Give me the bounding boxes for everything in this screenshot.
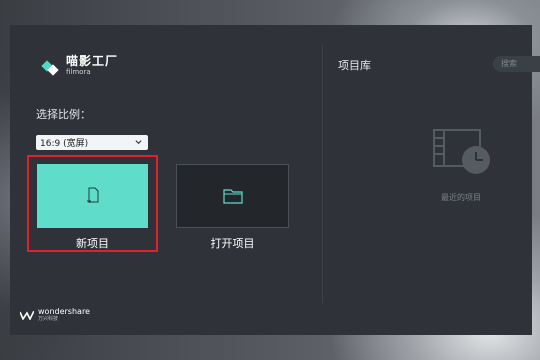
new-file-icon xyxy=(86,187,98,203)
open-project-button[interactable] xyxy=(176,164,289,228)
panel-divider xyxy=(322,45,323,303)
recent-projects-empty-text: 最近的项目 xyxy=(441,193,481,202)
logo-title: 喵影工厂 xyxy=(66,54,119,68)
aspect-ratio-value: 16:9 (宽屏) xyxy=(40,139,89,149)
logo-subtitle: filmora xyxy=(66,68,91,76)
recent-projects-film-clock-icon xyxy=(433,129,490,174)
wondershare-logo: wondershare 万兴科技 xyxy=(20,308,90,322)
chevron-down-icon xyxy=(135,140,142,145)
filmora-logo-icon xyxy=(41,57,60,76)
wondershare-brand-sub: 万兴科技 xyxy=(38,316,59,322)
wondershare-brand: wondershare xyxy=(38,307,90,316)
folder-icon xyxy=(222,189,243,204)
project-library-title: 项目库 xyxy=(338,59,371,72)
library-search-input[interactable]: 搜索 xyxy=(493,56,540,72)
new-project-label: 新项目 xyxy=(76,237,109,250)
filmora-logo: 喵影工厂 filmora xyxy=(41,54,119,76)
new-project-button[interactable] xyxy=(37,164,148,228)
wondershare-logo-icon xyxy=(20,310,34,320)
aspect-ratio-label: 选择比例： xyxy=(36,108,91,121)
open-project-label: 打开项目 xyxy=(210,237,255,250)
aspect-ratio-select[interactable]: 16:9 (宽屏) xyxy=(36,135,148,150)
